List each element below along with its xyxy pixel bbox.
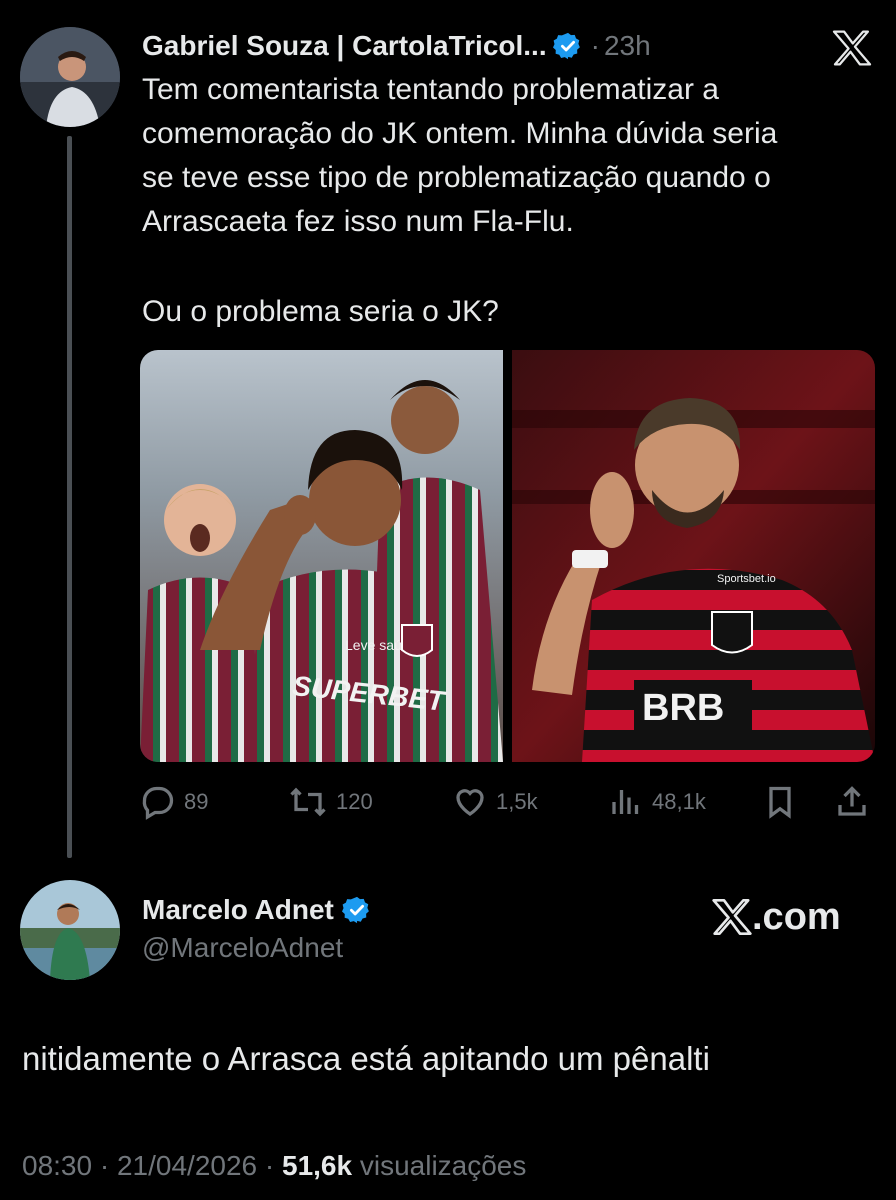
- reply-date[interactable]: 21/04/2026: [117, 1150, 257, 1181]
- retweet-icon: [290, 787, 326, 817]
- verified-badge-icon: [552, 32, 580, 60]
- watermark-text: .com: [752, 895, 841, 938]
- reply-views-count: 51,6k: [282, 1150, 353, 1181]
- tweet-text-line: Tem comentarista tentando problematizar …: [142, 73, 719, 106]
- tweet-image-left[interactable]: SUPERBET Leve saúde: [140, 350, 503, 762]
- reply-views-label: visualizações: [359, 1150, 527, 1181]
- reply-count: 89: [184, 789, 209, 814]
- parent-time[interactable]: 23h: [604, 30, 651, 62]
- reply-author-name[interactable]: Marcelo Adnet: [142, 894, 334, 926]
- like-count: 1,5k: [496, 789, 538, 814]
- parent-tweet-text: Tem comentarista tentando problematizar …: [142, 68, 882, 244]
- time-separator: ·: [590, 30, 600, 61]
- tweet-text-line: comemoração do JK ontem. Minha dúvida se…: [142, 117, 778, 150]
- meta-separator: ·: [99, 1150, 117, 1181]
- like-button[interactable]: 1,5k: [452, 782, 538, 822]
- tweet-actions: 89 120 1,5k 48,1k: [140, 782, 880, 822]
- tweet-image-right[interactable]: BRB Sportsbet.io: [512, 350, 875, 762]
- heart-icon: [456, 789, 484, 816]
- x-logo-icon[interactable]: [832, 30, 872, 66]
- verified-badge-icon: [341, 896, 369, 924]
- reply-time[interactable]: 08:30: [22, 1150, 92, 1181]
- retweet-button[interactable]: 120: [288, 782, 373, 822]
- shirt-sponsor-brb: BRB: [642, 687, 724, 729]
- thread-line: [67, 136, 72, 858]
- x-logo-icon: [712, 898, 752, 935]
- avatar-marcelo[interactable]: [20, 880, 120, 980]
- retweet-count: 120: [336, 789, 373, 814]
- meta-separator: ·: [264, 1150, 282, 1181]
- parent-tweet-text-2: Ou o problema seria o JK?: [142, 295, 499, 328]
- share-icon: [838, 786, 866, 816]
- views-count: 48,1k: [652, 789, 706, 814]
- tweet-text-line: Arrascaeta fez isso num Fla-Flu.: [142, 205, 574, 238]
- share-button[interactable]: [834, 782, 870, 822]
- reply-meta: 08:30 · 21/04/2026 · 51,6k visualizações: [22, 1150, 526, 1182]
- bookmark-icon: [769, 786, 791, 819]
- tweet-text-line: se teve esse tipo de problematização qua…: [142, 161, 771, 194]
- bookmark-button[interactable]: [762, 782, 798, 822]
- parent-author-name[interactable]: Gabriel Souza | CartolaTricol...: [142, 30, 547, 62]
- avatar-gabriel[interactable]: [20, 27, 120, 127]
- reply-icon: [142, 786, 174, 820]
- views-button[interactable]: 48,1k: [608, 782, 706, 822]
- x-com-watermark: .com: [712, 894, 841, 940]
- reply-tweet-text: nitidamente o Arrasca está apitando um p…: [22, 1040, 710, 1077]
- shirt-sponsor-sportsbet: Sportsbet.io: [717, 573, 776, 585]
- reply-button[interactable]: 89: [140, 782, 208, 822]
- views-chart-icon: [612, 790, 639, 814]
- reply-handle[interactable]: @MarceloAdnet: [142, 932, 343, 964]
